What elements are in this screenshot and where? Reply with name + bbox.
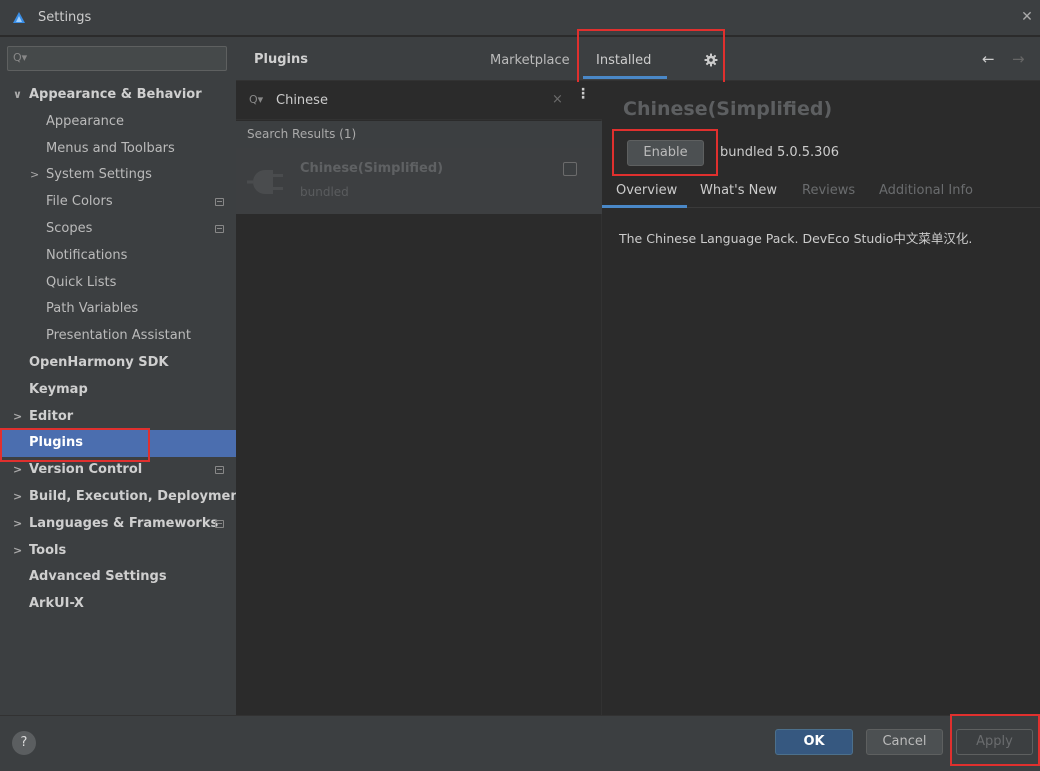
highlight-apply-button — [950, 714, 1040, 766]
tab-marketplace[interactable]: Marketplace — [490, 53, 570, 68]
chevron-right-icon[interactable]: > — [13, 538, 22, 565]
detail-tabs: Overview What's New Reviews Additional I… — [602, 179, 1040, 208]
plugin-description: The Chinese Language Pack. DevEco Studio… — [619, 231, 973, 246]
search-icon: Q▾ — [249, 93, 264, 106]
settings-window: Settings ✕ Q▾ ∨ Appearance & Behavior Appe… — [0, 0, 1040, 771]
sidebar-item-label: Editor — [29, 408, 74, 424]
sidebar-item-label: Scopes — [46, 220, 93, 236]
plugin-detail-title: Chinese(Simplified) — [623, 98, 833, 120]
tab-overview[interactable]: Overview — [616, 183, 677, 198]
plugin-version: bundled 5.0.5.306 — [720, 145, 839, 160]
sidebar-item-build-execution-deployment[interactable]: > Build, Execution, Deployment — [0, 484, 246, 511]
project-settings-icon — [215, 224, 224, 233]
search-results-count: Search Results (1) — [247, 127, 357, 141]
sidebar-item-tools[interactable]: > Tools — [0, 538, 236, 565]
sidebar-item-appearance[interactable]: Appearance — [0, 109, 236, 136]
plugin-list-item[interactable]: Chinese(Simplified) bundled — [236, 148, 602, 214]
sidebar-item-menus-and-toolbars[interactable]: Menus and Toolbars — [0, 136, 236, 163]
sidebar-item-label: Advanced Settings — [29, 569, 167, 585]
plugins-title: Plugins — [254, 52, 308, 67]
settings-sidebar: Q▾ ∨ Appearance & Behavior Appearance Menus… — [0, 37, 246, 715]
sidebar-item-label: Menus and Toolbars — [46, 140, 175, 156]
search-icon: Q▾ — [13, 51, 28, 64]
sidebar-item-label: Appearance & Behavior — [29, 87, 202, 102]
back-arrow-icon[interactable]: ← — [982, 50, 995, 68]
sidebar-item-label: Presentation Assistant — [46, 328, 191, 344]
plugin-detail-pane: Chinese(Simplified) Enable bundled 5.0.5… — [602, 82, 1040, 715]
chevron-right-icon[interactable]: > — [13, 404, 22, 431]
close-icon[interactable]: ✕ — [1020, 10, 1034, 24]
sidebar-item-label: OpenHarmony SDK — [29, 354, 169, 370]
forward-arrow-icon[interactable]: → — [1012, 50, 1025, 68]
ok-button[interactable]: OK — [775, 729, 853, 755]
clear-search-icon[interactable]: × — [552, 92, 563, 107]
tab-overview-underline — [602, 205, 687, 208]
more-options-icon[interactable]: ⋮ — [576, 87, 590, 101]
plugin-plug-icon — [247, 170, 283, 194]
sidebar-item-file-colors[interactable]: File Colors — [0, 189, 236, 216]
sidebar-item-label: File Colors — [46, 194, 113, 210]
sidebar-item-label: Notifications — [46, 247, 128, 263]
window-title: Settings — [38, 10, 92, 25]
sidebar-item-label: System Settings — [46, 167, 152, 183]
sidebar-item-scopes[interactable]: Scopes — [0, 216, 236, 243]
sidebar-item-label: Keymap — [29, 381, 88, 397]
dialog-footer: ? OK Cancel Apply — [0, 714, 1040, 771]
project-settings-icon — [215, 519, 224, 528]
chevron-down-icon[interactable]: ∨ — [13, 82, 22, 109]
sidebar-item-languages-frameworks[interactable]: > Languages & Frameworks — [0, 511, 236, 538]
project-settings-icon — [215, 466, 224, 475]
sidebar-item-path-variables[interactable]: Path Variables — [0, 296, 236, 323]
sidebar-item-appearance-behavior[interactable]: ∨ Appearance & Behavior — [0, 82, 236, 109]
plugin-list-pane: Q▾ Chinese × ⋮ Search Results (1) Chines… — [236, 82, 602, 715]
chevron-right-icon[interactable]: > — [13, 484, 22, 511]
sidebar-item-notifications[interactable]: Notifications — [0, 243, 236, 270]
plugin-enable-checkbox[interactable] — [563, 162, 577, 176]
highlight-enable-button — [612, 129, 718, 176]
sidebar-item-label: Languages & Frameworks — [29, 515, 219, 531]
sidebar-item-presentation-assistant[interactable]: Presentation Assistant — [0, 323, 236, 350]
plugin-name: Chinese(Simplified) — [300, 161, 444, 176]
sidebar-item-openharmony-sdk[interactable]: OpenHarmony SDK — [0, 350, 236, 377]
sidebar-item-label: Build, Execution, Deployment — [29, 488, 246, 504]
sidebar-item-editor[interactable]: > Editor — [0, 404, 236, 431]
chevron-right-icon[interactable]: > — [13, 511, 22, 538]
search-results-header: Search Results (1) — [236, 121, 602, 148]
tab-additional-info[interactable]: Additional Info — [879, 183, 973, 198]
settings-tree: ∨ Appearance & Behavior Appearance Menus an… — [0, 82, 246, 618]
help-button[interactable]: ? — [12, 731, 36, 755]
sidebar-item-quick-lists[interactable]: Quick Lists — [0, 270, 236, 297]
tab-whats-new[interactable]: What's New — [700, 183, 777, 198]
project-settings-icon — [215, 198, 224, 207]
sidebar-item-label: Tools — [29, 542, 67, 558]
title-bar: Settings ✕ — [0, 0, 1040, 36]
sidebar-item-label: Appearance — [46, 113, 125, 129]
tab-reviews[interactable]: Reviews — [802, 183, 855, 198]
plugin-search-bar[interactable]: Q▾ Chinese × ⋮ — [236, 82, 602, 120]
highlight-installed-tab — [577, 29, 725, 87]
sidebar-item-advanced-settings[interactable]: Advanced Settings — [0, 564, 236, 591]
cancel-button[interactable]: Cancel — [866, 729, 943, 755]
plugin-subtitle: bundled — [300, 185, 349, 199]
deveco-logo-icon — [13, 11, 25, 23]
sidebar-item-system-settings[interactable]: > System Settings — [0, 162, 236, 189]
sidebar-item-arkui-x[interactable]: ArkUI-X — [0, 591, 236, 618]
sidebar-item-keymap[interactable]: Keymap — [0, 377, 236, 404]
sidebar-item-label: Path Variables — [46, 301, 139, 317]
chevron-right-icon[interactable]: > — [30, 162, 39, 189]
settings-search-input[interactable]: Q▾ — [7, 46, 227, 71]
highlight-plugins-item — [0, 428, 150, 462]
sidebar-item-label: ArkUI-X — [29, 596, 84, 612]
plugins-header: Plugins Marketplace Installed ← → — [236, 29, 1040, 87]
plugin-search-input[interactable]: Chinese — [276, 93, 328, 108]
sidebar-item-label: Quick Lists — [46, 274, 117, 290]
